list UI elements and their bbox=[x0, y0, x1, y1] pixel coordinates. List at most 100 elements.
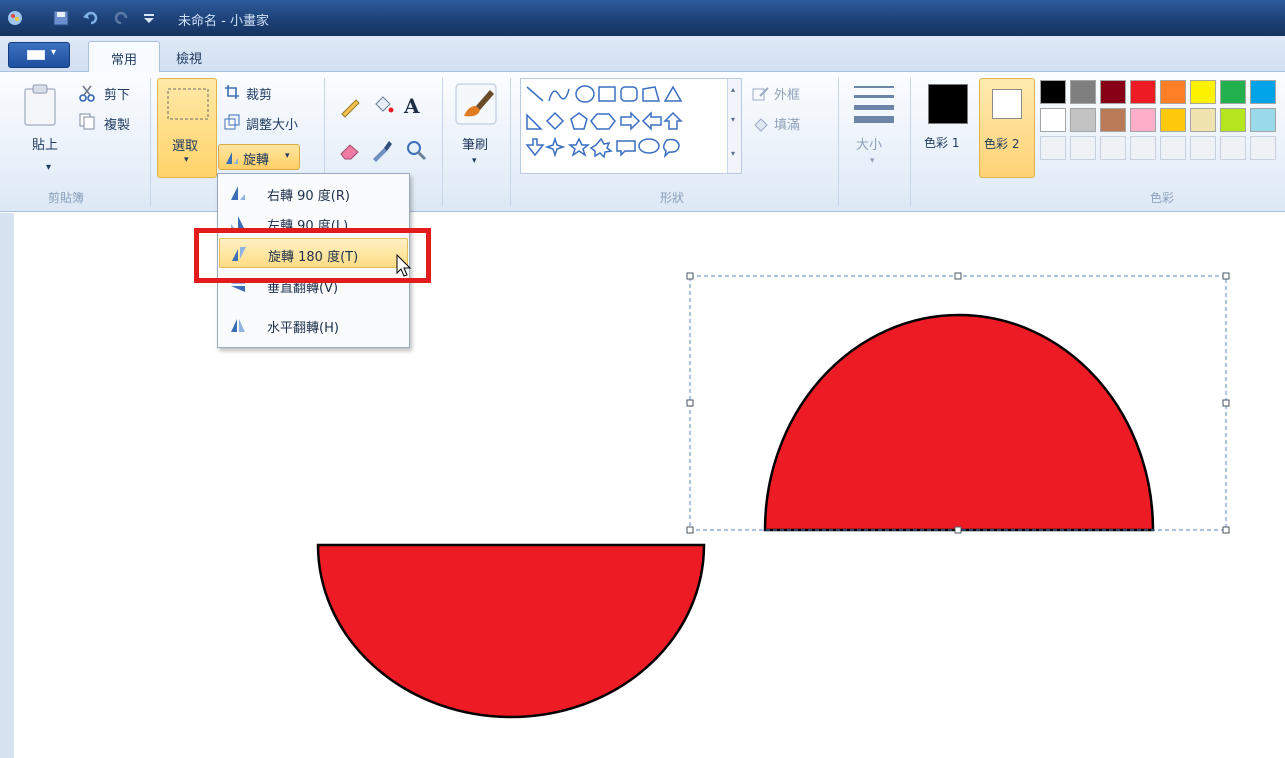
copy-icon bbox=[79, 113, 95, 130]
outline-icon bbox=[752, 87, 769, 101]
copy-button[interactable]: 複製 bbox=[104, 114, 130, 133]
palette-swatch[interactable] bbox=[1220, 108, 1246, 132]
palette-swatch[interactable] bbox=[1100, 108, 1126, 132]
rotate-icon bbox=[226, 152, 238, 164]
color1-button[interactable]: 色彩 1 bbox=[920, 78, 976, 178]
chevron-down-icon: ▾ bbox=[51, 47, 57, 58]
shapes-scrollbar[interactable]: ▴ ▾ ▾ bbox=[727, 79, 741, 173]
undo-icon[interactable] bbox=[82, 9, 100, 27]
group-divider bbox=[838, 78, 839, 206]
group-divider bbox=[510, 78, 511, 206]
menu-item-flip-horizontal[interactable]: 水平翻轉(H) bbox=[219, 310, 408, 340]
palette-swatch-empty[interactable] bbox=[1130, 136, 1156, 160]
fill-icon bbox=[754, 118, 768, 132]
palette-swatch[interactable] bbox=[1100, 80, 1126, 104]
tab-view[interactable]: 檢視 bbox=[166, 41, 212, 72]
palette-swatch-empty[interactable] bbox=[1040, 136, 1066, 160]
palette-swatch[interactable] bbox=[1220, 80, 1246, 104]
select-button[interactable]: 選取 ▾ bbox=[157, 78, 217, 178]
save-icon[interactable] bbox=[52, 9, 70, 27]
group-divider bbox=[150, 78, 151, 206]
palette-swatch-empty[interactable] bbox=[1070, 136, 1096, 160]
canvas-area[interactable] bbox=[0, 213, 1285, 758]
tab-home[interactable]: 常用 bbox=[88, 41, 160, 72]
color-picker-icon[interactable] bbox=[370, 138, 394, 162]
lower-half-circle bbox=[316, 543, 706, 719]
color2-swatch bbox=[992, 89, 1022, 119]
chevron-down-icon[interactable]: ▾ bbox=[870, 156, 875, 166]
cut-button[interactable]: 剪下 bbox=[104, 84, 130, 103]
size-icon[interactable] bbox=[852, 82, 896, 126]
shapes-gallery[interactable]: ▴ ▾ ▾ bbox=[520, 78, 742, 174]
selection-icon bbox=[167, 88, 209, 120]
palette-swatch-empty[interactable] bbox=[1250, 136, 1276, 160]
ribbon-tab-row: ▾ 常用 檢視 bbox=[0, 36, 1285, 72]
palette-swatch[interactable] bbox=[1160, 80, 1186, 104]
palette-swatch[interactable] bbox=[1070, 108, 1096, 132]
paste-button[interactable]: 貼上 bbox=[32, 134, 58, 153]
customize-quick-access-icon[interactable] bbox=[140, 9, 158, 27]
scissors-icon bbox=[79, 85, 95, 102]
chevron-down-icon[interactable]: ▾ bbox=[731, 115, 735, 124]
paste-chevron-icon[interactable]: ▾ bbox=[46, 162, 51, 173]
shapes-group-label: 形狀 bbox=[660, 191, 685, 205]
rotate-label: 旋轉 bbox=[243, 153, 270, 168]
pencil-icon[interactable] bbox=[338, 94, 362, 118]
clipboard-group-label: 剪貼簿 bbox=[48, 191, 85, 205]
paint-menu-button[interactable]: ▾ bbox=[8, 42, 70, 68]
window-title: 未命名 - 小畫家 bbox=[178, 14, 269, 29]
canvas[interactable] bbox=[0, 213, 1285, 758]
color2-button[interactable]: 色彩 2 bbox=[979, 78, 1035, 178]
brushes-button[interactable]: 筆刷 bbox=[462, 134, 488, 153]
color1-label: 色彩 1 bbox=[924, 136, 960, 150]
group-divider bbox=[442, 78, 443, 206]
group-divider bbox=[910, 78, 911, 206]
palette-swatch[interactable] bbox=[1190, 108, 1216, 132]
flip-horizontal-icon bbox=[231, 319, 245, 332]
menu-item-rotate-right-90[interactable]: 右轉 90 度(R) bbox=[219, 178, 408, 208]
ribbon: 貼上 ▾ 剪下 複製 剪貼簿 選取 ▾ 裁剪 調整大小 旋轉 ▾ A 筆刷 ▾ … bbox=[0, 72, 1285, 212]
palette-swatch-empty[interactable] bbox=[1220, 136, 1246, 160]
palette-swatch[interactable] bbox=[1040, 108, 1066, 132]
fill-button[interactable]: 填滿 bbox=[774, 114, 800, 133]
crop-button[interactable]: 裁剪 bbox=[246, 84, 272, 103]
fill-bucket-icon[interactable] bbox=[370, 94, 394, 118]
rotate-right-icon bbox=[231, 186, 245, 200]
palette-swatch-empty[interactable] bbox=[1190, 136, 1216, 160]
rotate-button[interactable]: 旋轉 ▾ bbox=[218, 144, 300, 170]
crop-icon bbox=[225, 85, 239, 99]
outline-button[interactable]: 外框 bbox=[774, 84, 800, 103]
palette-swatch[interactable] bbox=[1160, 108, 1186, 132]
palette-swatch[interactable] bbox=[1250, 108, 1276, 132]
chevron-down-icon[interactable]: ▾ bbox=[472, 156, 477, 166]
menu-item-label: 水平翻轉(H) bbox=[267, 321, 339, 336]
chevron-up-icon[interactable]: ▴ bbox=[731, 85, 735, 94]
title-bar: 未命名 - 小畫家 bbox=[0, 0, 1285, 36]
mouse-cursor-icon bbox=[396, 254, 412, 277]
paste-icon[interactable] bbox=[22, 84, 58, 128]
resize-button[interactable]: 調整大小 bbox=[246, 114, 298, 133]
brush-icon[interactable] bbox=[454, 82, 498, 126]
palette-swatch[interactable] bbox=[1070, 80, 1096, 104]
chevron-down-icon: ▾ bbox=[285, 151, 290, 161]
color2-label: 色彩 2 bbox=[984, 137, 1020, 151]
color1-swatch bbox=[928, 84, 968, 124]
palette-swatch[interactable] bbox=[1130, 80, 1156, 104]
palette-swatch[interactable] bbox=[1040, 80, 1066, 104]
size-button[interactable]: 大小 bbox=[856, 134, 882, 153]
palette-swatch[interactable] bbox=[1130, 108, 1156, 132]
magnifier-icon[interactable] bbox=[404, 138, 428, 162]
select-label: 選取 bbox=[172, 139, 199, 154]
palette-swatch[interactable] bbox=[1190, 80, 1216, 104]
resize-icon bbox=[224, 114, 240, 130]
palette-swatch-empty[interactable] bbox=[1160, 136, 1186, 160]
palette-swatch[interactable] bbox=[1250, 80, 1276, 104]
app-icon bbox=[8, 11, 22, 25]
chevron-down-icon: ▾ bbox=[184, 155, 189, 165]
redo-icon[interactable] bbox=[112, 9, 130, 27]
palette-swatch-empty[interactable] bbox=[1100, 136, 1126, 160]
eraser-icon[interactable] bbox=[338, 138, 362, 162]
expand-gallery-icon[interactable]: ▾ bbox=[731, 149, 735, 158]
colors-group-label: 色彩 bbox=[1150, 191, 1175, 205]
text-tool-icon[interactable]: A bbox=[404, 94, 420, 118]
